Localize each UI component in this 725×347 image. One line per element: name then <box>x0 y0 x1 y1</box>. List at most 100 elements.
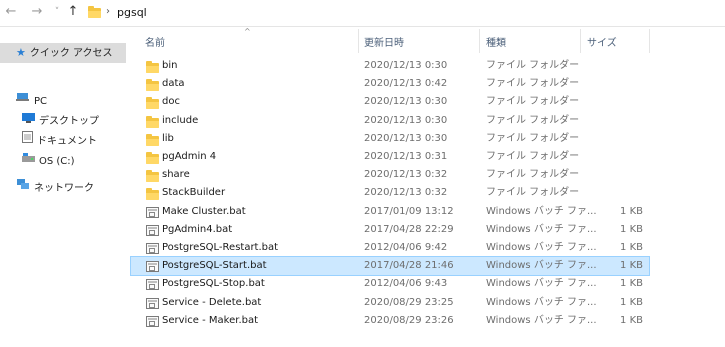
row-type: Windows バッチ ファ... <box>486 224 597 235</box>
row-size: 1 KB <box>620 278 643 289</box>
batch-file-icon <box>146 261 159 275</box>
row-name: pgAdmin 4 <box>162 151 217 162</box>
file-row[interactable]: Service - Maker.bat 2020/08/29 23:26 Windo… <box>131 312 649 330</box>
row-type: ファイル フォルダー <box>486 169 580 180</box>
drive-icon <box>22 151 35 171</box>
row-type: ファイル フォルダー <box>486 187 580 198</box>
row-size <box>601 75 643 93</box>
row-size: 1 KB <box>620 260 643 271</box>
folder-row[interactable]: StackBuilder 2020/12/13 0:32 ファイル フォルダー <box>131 184 649 202</box>
row-date: 2020/12/13 0:30 <box>364 96 448 107</box>
row-date: 2012/04/06 9:42 <box>364 242 448 253</box>
folder-row[interactable]: share 2020/12/13 0:32 ファイル フォルダー <box>131 166 649 184</box>
folder-row[interactable]: pgAdmin 4 2020/12/13 0:31 ファイル フォルダー <box>131 148 649 166</box>
column-header-type[interactable]: 種類 <box>486 36 506 52</box>
sidebar-item-label: ドキュメント <box>37 136 97 147</box>
folder-icon <box>146 97 159 110</box>
row-name: Service - Delete.bat <box>162 297 262 308</box>
file-row[interactable]: Make Cluster.bat 2017/01/09 13:12 Windows … <box>131 203 649 221</box>
folder-row[interactable]: doc 2020/12/13 0:30 ファイル フォルダー <box>131 93 649 111</box>
navigation-pane: ★ クイック アクセス PC デスクトップ ドキュメント OS (C:) ネットワ… <box>0 26 127 347</box>
column-header-row: ^ 名前 更新日時 種類 サイズ <box>0 0 725 56</box>
column-divider[interactable] <box>580 29 581 53</box>
folder-icon <box>146 116 159 129</box>
folder-row[interactable]: include 2020/12/13 0:30 ファイル フォルダー <box>131 112 649 130</box>
folder-row[interactable]: data 2020/12/13 0:42 ファイル フォルダー <box>131 75 649 93</box>
row-name: Service - Maker.bat <box>162 315 259 326</box>
folder-icon <box>146 61 159 74</box>
row-date: 2020/12/13 0:32 <box>364 169 448 180</box>
batch-file-icon <box>146 207 159 221</box>
batch-file-icon <box>146 225 159 239</box>
folder-icon <box>146 170 159 183</box>
row-name: bin <box>162 60 178 71</box>
row-type: ファイル フォルダー <box>486 96 580 107</box>
row-type: Windows バッチ ファ... <box>486 206 597 217</box>
row-size: 1 KB <box>620 224 643 235</box>
row-type: Windows バッチ ファ... <box>486 260 597 271</box>
row-date: 2017/04/28 22:29 <box>364 224 454 235</box>
file-row[interactable]: PostgreSQL-Restart.bat 2012/04/06 9:42 Win… <box>131 239 649 257</box>
row-size <box>601 130 643 148</box>
column-divider[interactable] <box>479 29 480 53</box>
row-size: 1 KB <box>620 315 643 326</box>
sidebar-item-documents[interactable]: ドキュメント <box>0 131 97 151</box>
folder-icon <box>146 79 159 92</box>
row-name: include <box>162 115 199 126</box>
row-size: 1 KB <box>620 206 643 217</box>
file-row[interactable]: PostgreSQL-Start.bat 2017/04/28 21:46 Wind… <box>130 256 650 276</box>
folder-row[interactable]: lib 2020/12/13 0:30 ファイル フォルダー <box>131 130 649 148</box>
folder-icon <box>146 188 159 201</box>
row-name: PgAdmin4.bat <box>162 224 233 235</box>
folder-icon <box>146 134 159 147</box>
row-size <box>601 112 643 130</box>
row-name: PostgreSQL-Start.bat <box>162 260 267 271</box>
row-type: ファイル フォルダー <box>486 115 580 126</box>
row-type: ファイル フォルダー <box>486 151 580 162</box>
row-size <box>601 93 643 111</box>
sidebar-item-desktop[interactable]: デスクトップ <box>0 111 99 131</box>
batch-file-icon <box>146 316 159 330</box>
sidebar-item-label: デスクトップ <box>39 116 99 127</box>
row-name: Make Cluster.bat <box>162 206 246 217</box>
folder-row[interactable]: bin 2020/12/13 0:30 ファイル フォルダー <box>131 57 649 75</box>
row-name: PostgreSQL-Stop.bat <box>162 278 265 289</box>
sidebar-item-label: OS (C:) <box>39 156 75 167</box>
row-name: data <box>162 78 185 89</box>
file-row[interactable]: PgAdmin4.bat 2017/04/28 22:29 Windows バッチ … <box>131 221 649 239</box>
row-type: Windows バッチ ファ... <box>486 242 597 253</box>
file-row[interactable]: PostgreSQL-Stop.bat 2012/04/06 9:43 Window… <box>131 275 649 293</box>
column-divider[interactable] <box>358 29 359 53</box>
sidebar-item-network[interactable]: ネットワーク <box>0 178 94 198</box>
batch-file-icon <box>146 279 159 293</box>
row-type: Windows バッチ ファ... <box>486 297 597 308</box>
row-date: 2017/01/09 13:12 <box>364 206 454 217</box>
network-icon <box>16 178 30 198</box>
column-header-size[interactable]: サイズ <box>587 36 617 52</box>
column-header-date[interactable]: 更新日時 <box>364 36 404 52</box>
row-type: ファイル フォルダー <box>486 78 580 89</box>
sort-ascending-icon: ^ <box>244 27 251 36</box>
row-name: share <box>162 169 190 180</box>
row-size <box>601 166 643 184</box>
row-name: doc <box>162 96 180 107</box>
row-name: PostgreSQL-Restart.bat <box>162 242 279 253</box>
row-type: ファイル フォルダー <box>486 60 580 71</box>
row-size: 1 KB <box>620 242 643 253</box>
row-date: 2020/12/13 0:31 <box>364 151 448 162</box>
row-date: 2020/12/13 0:32 <box>364 187 448 198</box>
column-divider[interactable] <box>649 29 650 53</box>
column-header-name[interactable]: 名前 <box>145 36 165 52</box>
row-date: 2020/08/29 23:26 <box>364 315 454 326</box>
row-date: 2020/12/13 0:30 <box>364 133 448 144</box>
sidebar-item-label: PC <box>34 96 48 107</box>
file-row[interactable]: Service - Delete.bat 2020/08/29 23:25 Wind… <box>131 294 649 312</box>
sidebar-item-pc[interactable]: PC <box>0 91 47 111</box>
row-date: 2017/04/28 21:46 <box>364 260 454 271</box>
row-size <box>601 184 643 202</box>
row-name: lib <box>162 133 174 144</box>
sidebar-item-os-drive[interactable]: OS (C:) <box>0 151 75 171</box>
row-date: 2020/12/13 0:30 <box>364 115 448 126</box>
row-type: ファイル フォルダー <box>486 133 580 144</box>
sidebar-item-label: ネットワーク <box>34 183 94 194</box>
